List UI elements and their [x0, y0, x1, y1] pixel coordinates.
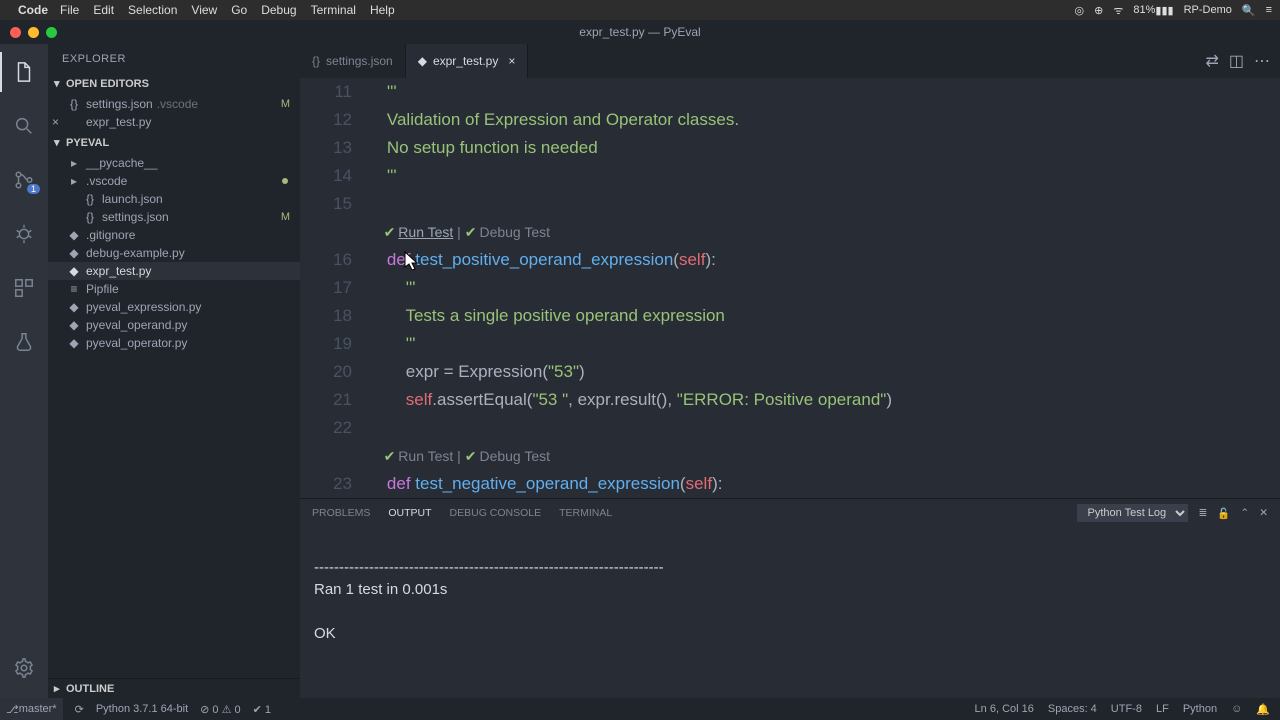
wifi-icon[interactable]: ᯤ [1113, 3, 1123, 18]
split-compare-icon[interactable]: ⇄ [1205, 51, 1218, 71]
status-lncol[interactable]: Ln 6, Col 16 [975, 703, 1034, 716]
file-tree-item[interactable]: ◆pyeval_operator.py [48, 334, 300, 352]
close-tab-icon[interactable]: × [508, 54, 515, 68]
status-python[interactable]: Python 3.7.1 64-bit [96, 703, 188, 715]
status-problems[interactable]: ⊘ 0 ⚠ 0 [200, 703, 240, 716]
menu-terminal[interactable]: Terminal [311, 3, 356, 17]
split-editor-icon[interactable]: ◫ [1229, 51, 1244, 71]
extensions-activity[interactable] [0, 268, 48, 308]
window-title: expr_test.py — PyEval [579, 25, 700, 39]
close-window-icon[interactable] [10, 27, 21, 38]
status-language[interactable]: Python [1183, 703, 1217, 716]
file-tree-item[interactable]: ◆debug-example.py [48, 244, 300, 262]
codelens[interactable]: ✔Run Test | ✔Debug Test [368, 218, 1280, 246]
project-section[interactable]: ▾PYEVAL [48, 133, 300, 152]
panel-tab-debug-console[interactable]: DEBUG CONSOLE [450, 507, 542, 519]
codelens[interactable]: ✔Run Test | ✔Debug Test [368, 442, 1280, 470]
code-editor[interactable]: 1112131415 16171819202122 23 ''' Validat… [300, 78, 1280, 498]
menu-file[interactable]: File [60, 3, 79, 17]
lock-scroll-icon[interactable]: 🔓 [1217, 507, 1230, 520]
explorer-sidebar: EXPLORER ▾OPEN EDITORS {}settings.json .… [48, 44, 300, 698]
battery-icon[interactable]: 81% ▮▮▮ [1133, 4, 1173, 17]
open-editors-section[interactable]: ▾OPEN EDITORS [48, 74, 300, 93]
panel-tab-terminal[interactable]: TERMINAL [559, 507, 612, 519]
status-bar: ⎇ master* ⟳ Python 3.7.1 64-bit ⊘ 0 ⚠ 0 … [0, 698, 1280, 720]
status-encoding[interactable]: UTF-8 [1111, 703, 1142, 716]
menu-icon[interactable]: ≡ [1266, 4, 1272, 16]
menu-go[interactable]: Go [231, 3, 247, 17]
maximize-panel-icon[interactable]: ⌃ [1240, 507, 1249, 519]
settings-activity[interactable] [0, 648, 48, 688]
status-icon[interactable]: ◎ [1075, 4, 1085, 17]
sidebar-header: EXPLORER [48, 44, 300, 74]
status-icon[interactable]: ⊕ [1094, 4, 1103, 17]
file-tree-item[interactable]: ▸__pycache__ [48, 154, 300, 172]
outline-section[interactable]: ▸OUTLINE [48, 678, 300, 698]
window-controls[interactable] [0, 27, 57, 38]
debug-activity[interactable] [0, 214, 48, 254]
macos-menubar: Code File Edit Selection View Go Debug T… [0, 0, 1280, 20]
status-branch[interactable]: ⎇ master* [0, 698, 63, 720]
status-feedback[interactable]: ☺ [1231, 703, 1242, 716]
status-sync[interactable]: ⟳ [75, 703, 84, 716]
menu-help[interactable]: Help [370, 3, 395, 17]
activity-bar: 1 [0, 44, 48, 698]
bottom-panel: PROBLEMS OUTPUT DEBUG CONSOLE TERMINAL P… [300, 498, 1280, 698]
editor-tab[interactable]: ◆expr_test.py× [406, 44, 529, 78]
status-eol[interactable]: LF [1156, 703, 1169, 716]
status-tests[interactable]: ✔ 1 [253, 703, 271, 716]
panel-tab-problems[interactable]: PROBLEMS [312, 507, 370, 519]
file-tree-item[interactable]: ◆.gitignore [48, 226, 300, 244]
menu-view[interactable]: View [191, 3, 217, 17]
user-label[interactable]: RP-Demo [1184, 4, 1232, 16]
menu-debug[interactable]: Debug [261, 3, 296, 17]
app-name[interactable]: Code [18, 3, 48, 17]
panel-tab-output[interactable]: OUTPUT [388, 507, 431, 519]
editor-tabs: {}settings.json◆expr_test.py× ⇄ ◫ ⋯ [300, 44, 1280, 78]
scm-activity[interactable]: 1 [0, 160, 48, 200]
file-tree-item[interactable]: {}launch.json [48, 190, 300, 208]
search-icon[interactable]: 🔍 [1242, 4, 1256, 17]
open-editor-item[interactable]: ×expr_test.py [48, 113, 300, 131]
explorer-activity[interactable] [0, 52, 48, 92]
menu-selection[interactable]: Selection [128, 3, 177, 17]
minimize-window-icon[interactable] [28, 27, 39, 38]
output-channel-select[interactable]: Python Test Log [1077, 504, 1188, 522]
file-tree-item[interactable]: ◆expr_test.py [48, 262, 300, 280]
status-spaces[interactable]: Spaces: 4 [1048, 703, 1097, 716]
file-tree-item[interactable]: ◆pyeval_operand.py [48, 316, 300, 334]
file-tree-item[interactable]: ◆pyeval_expression.py [48, 298, 300, 316]
clear-output-icon[interactable]: ≣ [1198, 507, 1207, 519]
file-tree-item[interactable]: {}settings.jsonM [48, 208, 300, 226]
more-icon[interactable]: ⋯ [1254, 51, 1270, 71]
window-titlebar: expr_test.py — PyEval [0, 20, 1280, 44]
editor-tab[interactable]: {}settings.json [300, 44, 406, 78]
file-tree-item[interactable]: ≡Pipfile [48, 280, 300, 298]
menu-edit[interactable]: Edit [93, 3, 114, 17]
search-activity[interactable] [0, 106, 48, 146]
close-icon[interactable]: × [52, 115, 59, 129]
editor-area: {}settings.json◆expr_test.py× ⇄ ◫ ⋯ 1112… [300, 44, 1280, 698]
zoom-window-icon[interactable] [46, 27, 57, 38]
file-tree-item[interactable]: ▸.vscode [48, 172, 300, 190]
open-editor-item[interactable]: {}settings.json .vscodeM [48, 95, 300, 113]
close-panel-icon[interactable]: ✕ [1259, 507, 1268, 519]
status-notifications-icon[interactable]: 🔔 [1256, 703, 1270, 716]
test-activity[interactable] [0, 322, 48, 362]
output-body[interactable]: ----------------------------------------… [300, 527, 1280, 698]
